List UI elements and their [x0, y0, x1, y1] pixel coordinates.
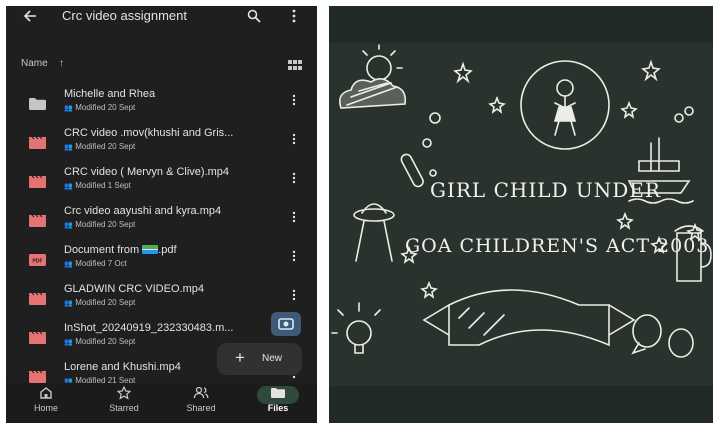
video-file-icon [29, 293, 46, 305]
video-file-icon [29, 215, 46, 227]
video-file-icon [29, 332, 46, 344]
file-modified: 👥 Modified 20 Sept [64, 337, 136, 346]
shared-icon [193, 386, 209, 399]
shared-people-icon: 👥 [64, 183, 73, 190]
file-modified: 👥 Modified 20 Sept [64, 103, 136, 112]
new-button-label: New [262, 353, 283, 364]
sort-bar: Name ↑ [6, 56, 317, 76]
sort-by-name-button[interactable]: Name [21, 58, 48, 69]
nav-starred[interactable]: Starred [94, 383, 154, 423]
grid-view-icon[interactable] [288, 60, 302, 70]
video-file-icon [29, 371, 46, 383]
sort-direction-icon[interactable]: ↑ [59, 58, 64, 69]
scan-button[interactable] [271, 312, 301, 336]
file-name: CRC video ( Mervyn & Clive).mp4 [64, 166, 230, 178]
file-more-icon[interactable] [291, 288, 297, 302]
nav-starred-label: Starred [109, 403, 139, 413]
file-name: Document from .pdf [64, 244, 177, 256]
file-modified: 👥 Modified 1 Sept [64, 181, 131, 190]
video-file-icon [29, 176, 46, 188]
top-app-bar: Crc video assignment [6, 6, 317, 28]
home-icon [40, 387, 52, 399]
file-modified: 👥 Modified 7 Oct [64, 259, 127, 268]
file-more-icon[interactable] [291, 249, 297, 263]
image-thumbnail-icon [142, 245, 159, 254]
file-row[interactable]: Crc video aayushi and kyra.mp4 👥 Modifie… [6, 205, 317, 241]
camera-icon [278, 318, 294, 330]
file-name: InShot_20240919_232330483.m... [64, 322, 234, 334]
new-button[interactable]: + New [217, 343, 302, 375]
file-row[interactable]: PDF Document from .pdf 👥 Modified 7 Oct [6, 244, 317, 280]
file-more-icon[interactable] [291, 132, 297, 146]
drive-screen: Crc video assignment Name ↑ Michelle and… [6, 6, 317, 423]
shared-people-icon: 👥 [64, 300, 73, 307]
board-title-line2: GOA CHILDREN'S ACT 2003 [405, 235, 710, 257]
file-name: CRC video .mov(khushi and Gris... [64, 127, 234, 139]
chalkboard-image: GIRL CHILD UNDER GOA CHILDREN'S ACT 2003 [329, 6, 713, 423]
nav-files[interactable]: Files [248, 383, 308, 423]
shared-people-icon: 👥 [64, 105, 73, 112]
nav-home[interactable]: Home [16, 383, 76, 423]
file-row[interactable]: Michelle and Rhea 👥 Modified 20 Sept [6, 88, 317, 124]
shared-people-icon: 👥 [64, 261, 73, 268]
folder-icon [271, 388, 285, 398]
shared-people-icon: 👥 [64, 222, 73, 229]
file-more-icon[interactable] [291, 171, 297, 185]
file-more-icon[interactable] [291, 93, 297, 107]
file-name: Crc video aayushi and kyra.mp4 [64, 205, 222, 217]
file-name: GLADWIN CRC VIDEO.mp4 [64, 283, 204, 295]
board-title-line1: GIRL CHILD UNDER [430, 178, 661, 202]
pdf-file-icon: PDF [29, 254, 46, 266]
star-icon [117, 386, 131, 400]
nav-shared-label: Shared [186, 403, 216, 413]
folder-title: Crc video assignment [62, 8, 187, 23]
file-modified: 👥 Modified 20 Sept [64, 142, 136, 151]
video-file-icon [29, 137, 46, 149]
file-modified: 👥 Modified 20 Sept [64, 298, 136, 307]
plus-icon: + [235, 348, 245, 367]
file-row[interactable]: CRC video ( Mervyn & Clive).mp4 👥 Modifi… [6, 166, 317, 202]
shared-people-icon: 👥 [64, 144, 73, 151]
file-row[interactable]: CRC video .mov(khushi and Gris... 👥 Modi… [6, 127, 317, 163]
nav-shared[interactable]: Shared [171, 383, 231, 423]
shared-people-icon: 👥 [64, 339, 73, 346]
back-arrow-icon[interactable] [22, 8, 38, 24]
chalkboard-doodles [329, 43, 713, 386]
file-more-icon[interactable] [291, 210, 297, 224]
file-modified: 👥 Modified 20 Sept [64, 220, 136, 229]
file-name: Michelle and Rhea [64, 88, 156, 100]
more-options-icon[interactable] [290, 9, 298, 23]
folder-icon [29, 98, 46, 110]
nav-home-label: Home [33, 403, 58, 413]
bottom-navigation: Home Starred Shared Files [6, 383, 317, 423]
nav-files-label: Files [267, 403, 289, 413]
search-icon[interactable] [247, 9, 261, 23]
svg-text:PDF: PDF [33, 259, 43, 265]
